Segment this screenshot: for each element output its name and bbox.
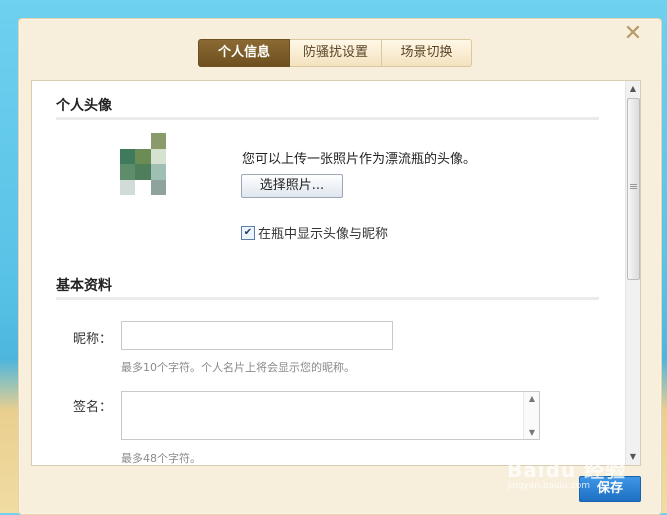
watermark-text: Baidu 经验 [507,458,627,482]
show-avatar-option: ✔ 在瓶中显示头像与昵称 [241,223,388,242]
nickname-hint: 最多10个字符。个人名片上将会显示您的昵称。 [121,361,355,374]
tab-personal-info[interactable]: 个人信息 [198,39,290,67]
tab-bar: 个人信息 防骚扰设置 场景切换 [198,39,472,67]
avatar-section-title: 个人头像 [56,98,112,114]
watermark-subtext: jingyan.baidu.com [507,481,591,491]
show-avatar-label: 在瓶中显示头像与昵称 [258,227,389,242]
scroll-up-icon[interactable]: ▲ [524,394,540,403]
close-icon[interactable]: ✕ [623,23,643,45]
settings-dialog: ✕ 个人信息 防骚扰设置 场景切换 个人头像 您可以上传一张照片作为漂流瓶的头像… [18,18,662,515]
show-avatar-checkbox[interactable]: ✔ [241,225,255,240]
section-divider [56,297,599,300]
avatar [120,133,166,195]
scrollbar-thumb[interactable] [627,98,640,280]
scroll-up-icon[interactable]: ▲ [626,82,640,96]
nickname-label: 昵称： [73,332,113,347]
panel-scrollbar[interactable]: ▲ ▼ [625,81,640,465]
section-divider [56,117,599,120]
profile-section-title: 基本资料 [56,278,112,294]
choose-photo-button[interactable]: 选择照片... [241,174,343,198]
scroll-down-icon[interactable]: ▼ [626,450,640,464]
signature-textarea[interactable]: ▲ ▼ [121,391,540,440]
signature-hint: 最多48个字符。 [121,452,201,465]
tab-scene-switch[interactable]: 场景切换 [382,39,472,67]
baidu-watermark: Baidu 经验 jingyan.baidu.com [507,454,626,491]
upload-hint-text: 您可以上传一张照片作为漂流瓶的头像。 [242,152,477,167]
tab-anti-harassment[interactable]: 防骚扰设置 [290,39,382,67]
signature-label: 签名： [73,400,113,415]
nickname-input[interactable] [121,321,393,350]
scroll-down-icon[interactable]: ▼ [524,428,540,437]
signature-scrollbar[interactable]: ▲ ▼ [523,392,539,439]
content-panel: 个人头像 您可以上传一张照片作为漂流瓶的头像。 选择照片... ✔ 在瓶中显示头… [31,80,641,466]
